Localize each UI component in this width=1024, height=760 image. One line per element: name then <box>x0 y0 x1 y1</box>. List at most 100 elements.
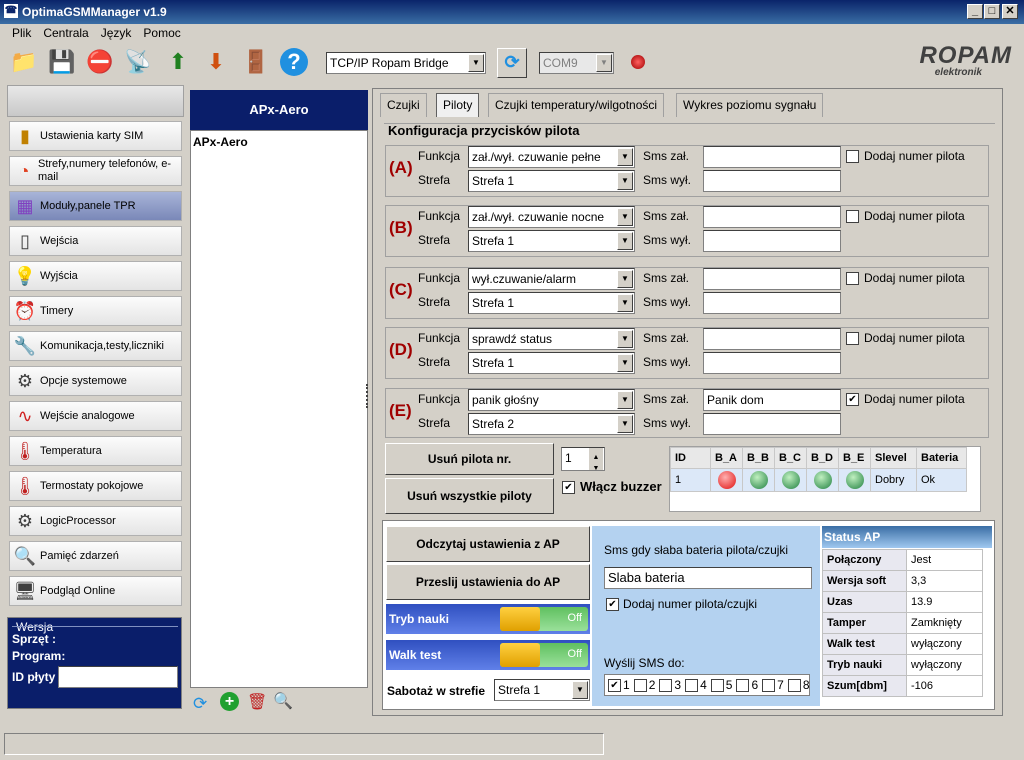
port-select[interactable]: COM9 ▼ <box>539 52 614 74</box>
refresh-button[interactable]: ⟳ <box>497 48 527 78</box>
sabotage-zone-select[interactable]: Strefa 1 ▼ <box>494 679 590 701</box>
sidebar-item-12[interactable]: 🔍 Pamięć zdarzeń <box>9 541 182 571</box>
antenna-icon[interactable]: 📡 <box>122 46 154 78</box>
sms-on-field[interactable] <box>703 206 841 228</box>
tab-wykres-sygnalu[interactable]: Wykres poziomu sygnału <box>676 93 824 117</box>
sms-off-field[interactable] <box>703 230 841 252</box>
pilot-number-spinner[interactable]: 1 ▲ ▼ <box>561 447 605 472</box>
recipient-checkbox[interactable] <box>762 678 776 692</box>
sms-on-field[interactable] <box>703 268 841 290</box>
add-pilot-number-checkbox[interactable] <box>846 210 859 223</box>
sidebar-item-8[interactable]: ∿ Wejście analogowe <box>9 401 182 431</box>
function-select[interactable]: panik głośny ▼ <box>468 389 635 411</box>
download-chip-icon[interactable]: ⬇ <box>200 46 232 78</box>
buzzer-checkbox[interactable]: ✔ <box>562 481 575 494</box>
zone-select[interactable]: Strefa 1 ▼ <box>468 170 635 192</box>
add-pilot-number-checkbox[interactable] <box>846 272 859 285</box>
maximize-button[interactable]: □ <box>984 4 1000 19</box>
sms-on-field[interactable] <box>703 146 841 168</box>
add-pilot-number-checkbox[interactable] <box>846 332 859 345</box>
sidebar-item-11[interactable]: ⚙ LogicProcessor <box>9 506 182 536</box>
connection-select[interactable]: TCP/IP Ropam Bridge ▼ <box>326 52 486 74</box>
add-icon[interactable]: + <box>220 692 239 711</box>
sidebar-item-4[interactable]: 💡 Wyjścia <box>9 261 182 291</box>
recipient-checkbox[interactable] <box>710 678 724 692</box>
splitter-handle[interactable] <box>366 384 370 408</box>
recipient-checkbox[interactable] <box>685 678 699 692</box>
delete-pilot-button[interactable]: Usuń pilota nr. <box>385 443 554 475</box>
menu-pomoc[interactable]: Pomoc <box>137 24 186 42</box>
sidebar-item-9[interactable]: 🌡 Temperatura <box>9 436 182 466</box>
help-icon[interactable]: ? <box>280 48 308 76</box>
recipient-checkbox[interactable]: ✔ <box>608 678 621 692</box>
sms-off-field[interactable] <box>703 170 841 192</box>
minimize-button[interactable]: _ <box>967 4 983 19</box>
recipient-checkbox[interactable] <box>659 678 673 692</box>
menu-centrala[interactable]: Centrala <box>37 24 94 42</box>
table-row[interactable]: 1 Dobry Ok <box>670 468 967 492</box>
sms-on-field[interactable] <box>703 328 841 350</box>
save-icon[interactable]: 💾 <box>46 46 78 78</box>
walk-test-toggle[interactable]: Walk test Off <box>386 640 590 670</box>
sidebar-item-10[interactable]: 🌡 Termostaty pokojowe <box>9 471 182 501</box>
sidebar-item-6[interactable]: 🔧 Komunikacja,testy,liczniki <box>9 331 182 361</box>
sidebar-item-2[interactable]: ▦ Moduły,panele TPR <box>9 191 182 221</box>
sidebar-item-5[interactable]: ⏰ Timery <box>9 296 182 326</box>
disconnect-icon[interactable]: ⛔ <box>84 46 116 78</box>
chevron-down-icon: ▼ <box>617 354 633 372</box>
recipient-checkbox[interactable] <box>633 678 647 692</box>
button-state-cell <box>742 468 775 492</box>
sidebar-item-13[interactable]: 🖥 Podgląd Online <box>9 576 182 606</box>
close-button[interactable]: ✕ <box>1002 4 1018 19</box>
add-number-checkbox[interactable]: ✔ <box>606 598 619 611</box>
add-pilot-number-checkbox[interactable]: ✔ <box>846 393 859 406</box>
sms-off-field[interactable] <box>703 352 841 374</box>
function-value: wył.czuwanie/alarm <box>472 272 577 286</box>
send-ap-button[interactable]: Przeslij ustawienia do AP <box>386 564 590 600</box>
sms-off-field[interactable] <box>703 413 841 435</box>
sidebar-item-7[interactable]: ⚙ Opcje systemowe <box>9 366 182 396</box>
sidebar-item-0[interactable]: ▮ Ustawienia karty SIM <box>9 121 182 151</box>
walk-test-switch[interactable]: Off <box>500 643 588 667</box>
sms-off-field[interactable] <box>703 292 841 314</box>
exit-icon[interactable]: 🚪 <box>240 46 272 78</box>
sidebar-item-1[interactable]: ◔ Strefy,numery telefonów, e-mail <box>9 156 182 186</box>
zone-select[interactable]: Strefa 1 ▼ <box>468 230 635 252</box>
learn-mode-toggle[interactable]: Tryb nauki Off <box>386 604 590 634</box>
read-ap-button[interactable]: Odczytaj ustawienia z AP <box>386 526 590 562</box>
menu-plik[interactable]: Plik <box>6 24 37 42</box>
module-item[interactable]: APx-Aero <box>191 131 367 153</box>
status-value: Zamknięty <box>906 612 983 634</box>
add-pilot-number-checkbox[interactable] <box>846 150 859 163</box>
recipient-checkbox[interactable] <box>787 678 801 692</box>
upload-chip-icon[interactable]: ⬆ <box>162 46 194 78</box>
function-select[interactable]: sprawdź status ▼ <box>468 328 635 350</box>
spin-down-icon[interactable]: ▼ <box>589 459 603 472</box>
recipient-checkbox[interactable] <box>736 678 750 692</box>
sms-on-field[interactable]: Panik dom <box>703 389 841 411</box>
pilot-number-value: 1 <box>565 451 572 465</box>
chevron-down-icon: ▼ <box>617 391 633 409</box>
tab-czujki[interactable]: Czujki <box>380 93 427 117</box>
function-select[interactable]: zał./wył. czuwanie nocne ▼ <box>468 206 635 228</box>
sidebar-item-3[interactable]: ▯ Wejścia <box>9 226 182 256</box>
refresh-icon[interactable]: ⟳ <box>193 694 207 714</box>
green-led-icon <box>749 471 768 489</box>
zone-select[interactable]: Strefa 1 ▼ <box>468 352 635 374</box>
function-select[interactable]: zał./wył. czuwanie pełne ▼ <box>468 146 635 168</box>
search-icon[interactable]: 🔍 <box>273 691 293 711</box>
zone-select[interactable]: Strefa 1 ▼ <box>468 292 635 314</box>
menu-jezyk[interactable]: Język <box>95 24 138 42</box>
delete-all-pilots-button[interactable]: Usuń wszystkie piloty <box>385 478 554 514</box>
zone-select[interactable]: Strefa 2 ▼ <box>468 413 635 435</box>
open-folder-icon[interactable]: 📁 <box>8 46 40 78</box>
low-battery-sms-field[interactable]: Slaba bateria <box>604 567 812 589</box>
learn-mode-switch[interactable]: Off <box>500 607 588 631</box>
tab-czujki-temperatury[interactable]: Czujki temperatury/wilgotności <box>488 93 665 117</box>
tab-piloty[interactable]: Piloty <box>436 93 480 117</box>
board-id-field[interactable] <box>58 666 178 688</box>
learn-mode-state: Off <box>567 612 582 624</box>
function-select[interactable]: wył.czuwanie/alarm ▼ <box>468 268 635 290</box>
spin-up-icon[interactable]: ▲ <box>589 448 603 461</box>
trash-icon[interactable]: 🗑 <box>247 692 267 712</box>
